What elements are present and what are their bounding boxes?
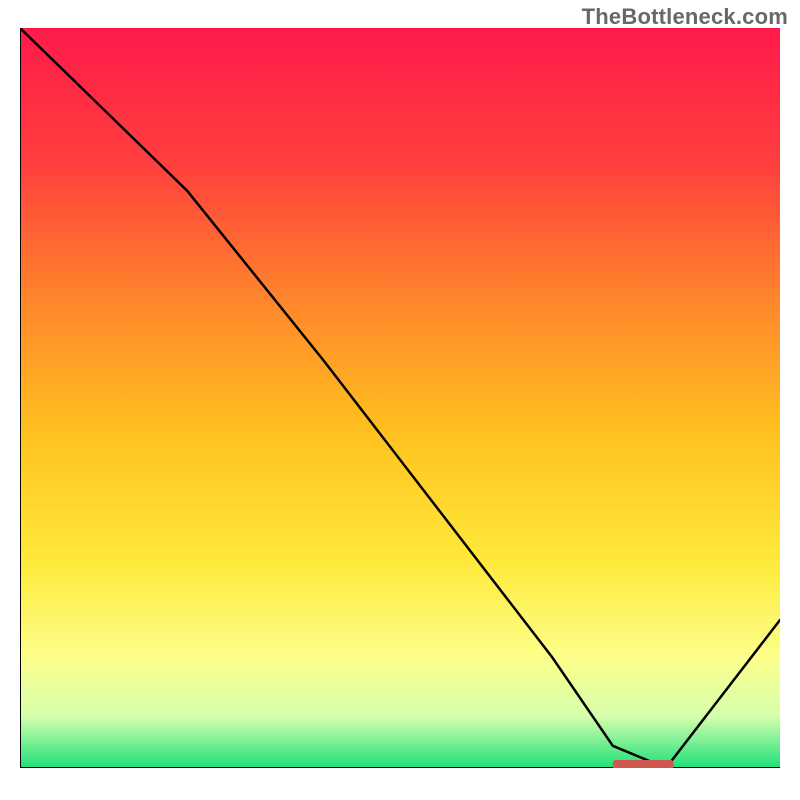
chart-svg — [20, 28, 780, 768]
chart-frame: TheBottleneck.com — [0, 0, 800, 800]
optimal-marker — [613, 760, 674, 768]
plot-area — [20, 28, 780, 768]
watermark-text: TheBottleneck.com — [582, 4, 788, 30]
